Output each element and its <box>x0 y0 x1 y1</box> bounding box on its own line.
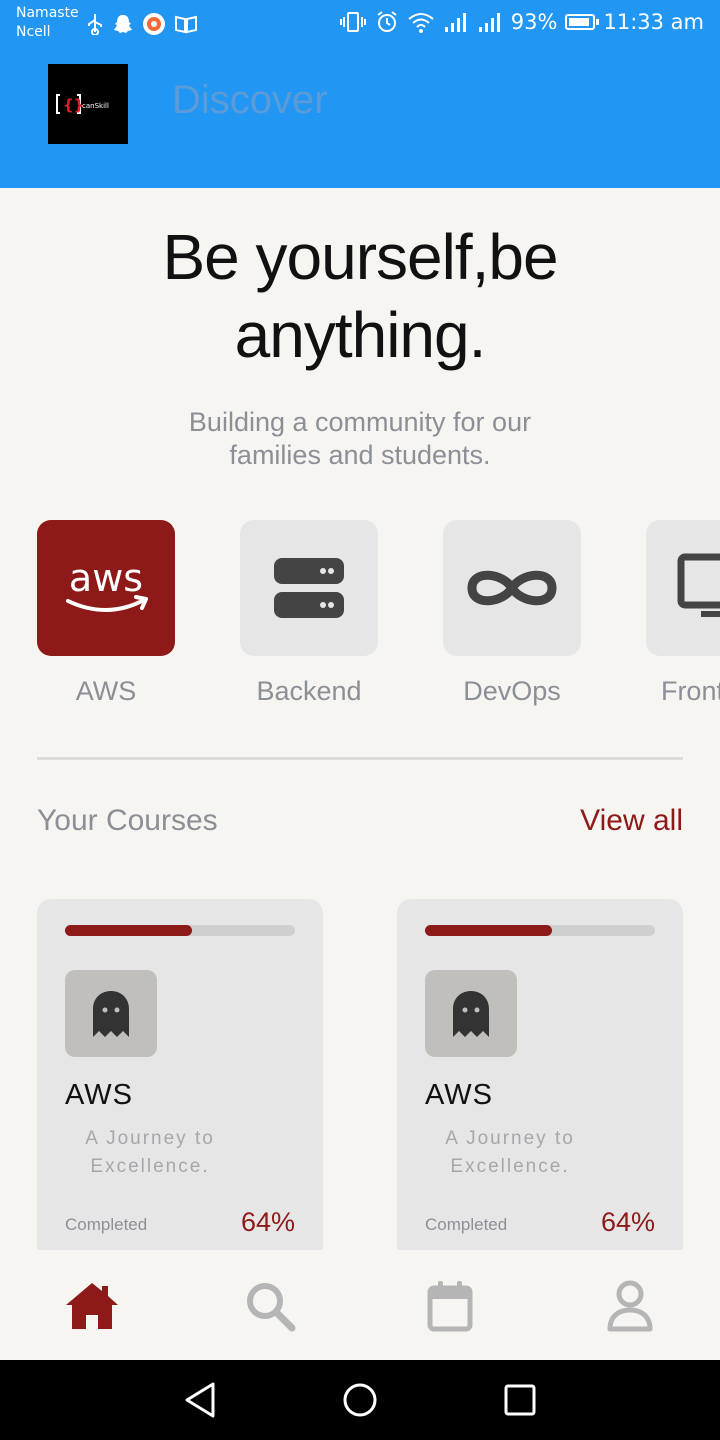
status-bar: Namaste Ncell 93% 11:33 am <box>0 0 720 48</box>
monitor-icon <box>677 553 720 617</box>
course-card[interactable]: AWS A Journey to Excellence. Completed 6… <box>37 899 323 1250</box>
view-all-link[interactable]: View all <box>580 804 683 838</box>
course-title: AWS <box>65 1079 133 1111</box>
hero-title: Be yourself,be anything. <box>162 221 558 371</box>
ghost-icon <box>93 990 129 1037</box>
alarm-icon <box>377 11 397 32</box>
notification-icons <box>86 12 198 36</box>
nav-profile[interactable] <box>600 1278 660 1334</box>
category-devops[interactable]: DevOps <box>443 520 581 707</box>
wifi-icon <box>408 13 434 33</box>
usb-icon <box>88 14 102 35</box>
category-label: Backend <box>256 676 362 706</box>
progress-bar <box>425 925 655 936</box>
course-card[interactable]: AWS A Journey to Excellence. Completed 6… <box>397 899 683 1250</box>
course-description: A Journey to Excellence. <box>445 1128 575 1177</box>
bottom-nav <box>0 1250 720 1360</box>
progress-bar <box>65 925 295 936</box>
category-frontend[interactable]: Frontend <box>646 520 720 707</box>
search-icon <box>247 1283 296 1332</box>
progress-fill <box>425 925 552 936</box>
divider <box>37 757 683 760</box>
carrier-line-1: Namaste <box>16 5 79 21</box>
home-icon <box>66 1283 118 1329</box>
category-aws-tile[interactable]: aws <box>37 520 175 656</box>
back-triangle-icon <box>185 1382 215 1418</box>
user-icon <box>607 1280 653 1332</box>
vibrate-icon <box>339 12 366 32</box>
category-aws[interactable]: aws AWS <box>37 520 175 707</box>
carrier-label: Namaste Ncell <box>16 4 79 42</box>
course-percent: 64% <box>240 1207 295 1237</box>
canskill-logo-icon: {} canSkill <box>56 94 109 114</box>
app-logo[interactable]: {} canSkill <box>48 64 128 144</box>
svg-text:canSkill: canSkill <box>82 102 109 110</box>
snapchat-icon <box>114 15 132 33</box>
course-percent: 64% <box>600 1207 655 1237</box>
aws-icon: aws <box>66 557 148 612</box>
system-nav-bar <box>0 1360 720 1440</box>
category-label: AWS <box>75 676 137 706</box>
course-description: A Journey to Excellence. <box>85 1128 215 1177</box>
category-carousel[interactable]: aws AWS Backend DevOps Fron <box>37 520 720 720</box>
nav-search[interactable] <box>240 1278 300 1334</box>
server-icon <box>274 558 344 618</box>
page-title: Discover <box>172 78 328 122</box>
home-system-button[interactable] <box>340 1380 380 1420</box>
course-status-label: Completed <box>65 1215 148 1234</box>
category-devops-tile[interactable] <box>443 520 581 656</box>
back-button[interactable] <box>180 1380 220 1420</box>
battery-percent: 93% <box>510 10 558 34</box>
category-backend-tile[interactable] <box>240 520 378 656</box>
music-app-icon <box>143 13 165 35</box>
home-circle-icon <box>343 1383 377 1417</box>
carrier-line-2: Ncell <box>16 24 51 40</box>
signal-icon-1 <box>444 13 466 32</box>
category-label: Frontend <box>660 676 720 706</box>
course-title: AWS <box>425 1079 493 1111</box>
nav-calendar[interactable] <box>420 1278 480 1334</box>
ghost-icon <box>453 990 489 1037</box>
svg-text:aws: aws <box>69 557 143 600</box>
app-bar: {} canSkill Discover <box>0 48 720 188</box>
battery-icon <box>565 14 600 30</box>
section-title: Your Courses <box>37 804 218 837</box>
category-backend[interactable]: Backend <box>240 520 378 707</box>
clock: 11:33 am <box>603 10 704 34</box>
recents-square-icon <box>504 1384 536 1416</box>
course-icon-tile <box>65 970 157 1057</box>
course-icon-tile <box>425 970 517 1057</box>
nav-home[interactable] <box>62 1278 122 1334</box>
hero-subtitle: Building a community for our families an… <box>188 407 532 470</box>
category-frontend-tile[interactable] <box>646 520 720 656</box>
signal-icon-2 <box>478 13 500 32</box>
category-label: DevOps <box>463 676 561 706</box>
progress-fill <box>65 925 192 936</box>
infinity-icon <box>467 570 557 606</box>
recents-button[interactable] <box>500 1380 540 1420</box>
book-icon <box>175 15 197 34</box>
calendar-icon <box>427 1281 473 1332</box>
status-right: 93% 11:33 am <box>339 10 704 34</box>
course-status-label: Completed <box>425 1215 508 1234</box>
